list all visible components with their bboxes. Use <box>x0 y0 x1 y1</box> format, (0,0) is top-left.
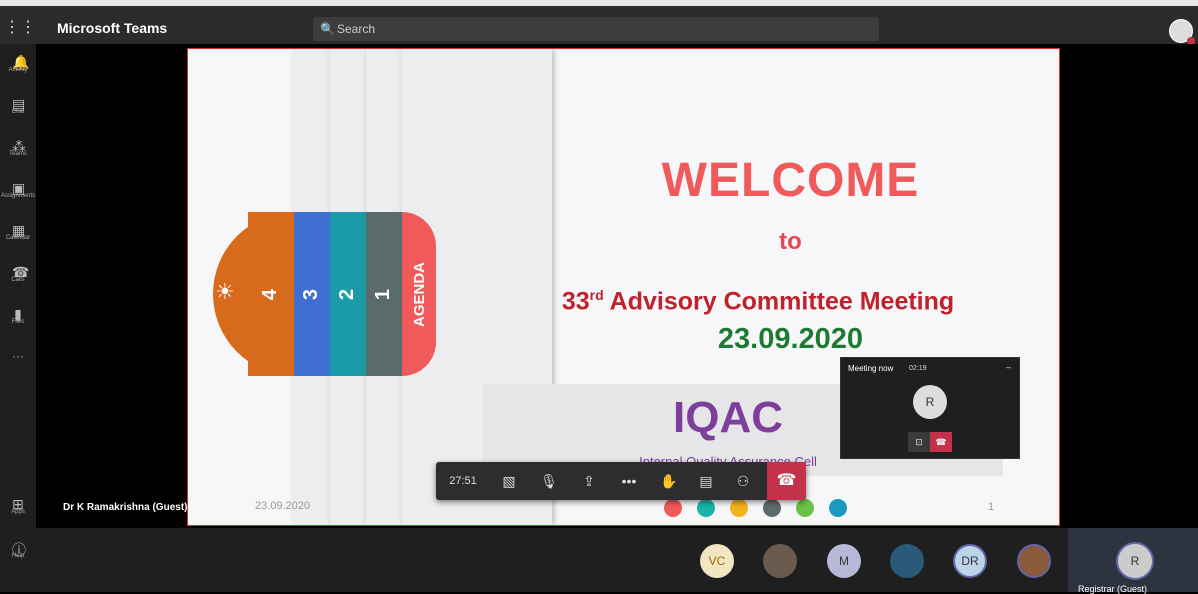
chat-icon[interactable]: ▤ <box>691 462 721 500</box>
rail-item-files[interactable]: ▮ Files <box>0 306 36 325</box>
tab-label: AGENDA <box>410 261 428 327</box>
rail-item-chat[interactable]: ▤ Chat <box>0 96 36 115</box>
slide-date: 23.09.2020 <box>717 323 864 355</box>
rail-label: Files <box>11 319 25 325</box>
tab-label: 1 <box>372 288 395 300</box>
app-launcher-icon[interactable]: ⋮⋮ <box>4 18 36 38</box>
teams-icon: ⁂ <box>12 138 26 154</box>
phone-hangup-icon: ☎ <box>776 472 797 489</box>
participant-avatar[interactable]: M <box>827 544 861 578</box>
assignments-icon: ▣ <box>12 180 26 196</box>
slide-dot <box>796 499 814 517</box>
pip-time: 02:19 <box>909 365 927 372</box>
slide-to: to <box>779 228 802 255</box>
participants-icon[interactable]: ⚇ <box>728 462 758 500</box>
search-input[interactable]: 🔍 Search <box>313 17 879 41</box>
app-title: Microsoft Teams <box>57 20 168 36</box>
bell-icon: 🔔 <box>12 54 30 70</box>
rail-label: Assignments <box>0 193 36 199</box>
rail-label: Teams <box>9 151 27 157</box>
meeting-text: Advisory Committee Meeting <box>603 287 955 316</box>
participant-photo[interactable] <box>1017 544 1051 578</box>
browser-strip <box>0 0 1198 6</box>
call-toolbar: 27:51 ▧ 🎙 ⇪ ••• ✋ ▤ ⚇ ☎ <box>436 462 806 500</box>
chat-icon: ▤ <box>12 96 26 112</box>
phone-icon: ☎ <box>12 264 30 280</box>
search-placeholder: Search <box>337 22 376 36</box>
rail-item-calendar[interactable]: ▦ Calendar <box>0 222 36 241</box>
rail-label: Help <box>11 553 25 559</box>
search-icon: 🔍 <box>320 22 335 36</box>
pip-expand-icon[interactable]: ⊡ <box>908 432 930 452</box>
meeting-suffix: rd <box>589 287 604 303</box>
agenda-tab-agenda: AGENDA <box>402 212 436 376</box>
rail-label: Chat <box>11 109 25 115</box>
rail-item-calls[interactable]: ☎ Calls <box>0 264 36 283</box>
tab-label: 3 <box>300 288 323 300</box>
rail-item-help[interactable]: ⓘ Help <box>0 540 36 559</box>
participant-avatar[interactable]: VC <box>700 544 734 578</box>
rail-label: Calls <box>11 277 25 283</box>
apps-icon: ⊞ <box>12 496 24 512</box>
rail-label: Calendar <box>5 235 31 241</box>
participant-photo[interactable] <box>763 544 797 578</box>
tab-label: 2 <box>336 288 359 300</box>
raise-hand-icon[interactable]: ✋ <box>654 462 684 500</box>
meeting-number: 33 <box>561 287 590 316</box>
agenda-tab-3: 3 <box>294 212 330 376</box>
title-bar: ⋮⋮ Microsoft Teams 🔍 Search <box>0 0 1198 45</box>
slide-footer-date: 23.09.2020 <box>255 500 311 512</box>
self-name: Registrar (Guest) <box>1078 584 1148 594</box>
self-avatar: R <box>1116 542 1154 580</box>
rail-item-teams[interactable]: ⁂ Teams <box>0 138 36 157</box>
help-icon: ⓘ <box>12 542 26 558</box>
more-actions-icon[interactable]: ••• <box>614 462 644 500</box>
pip-hangup-icon[interactable]: ☎ <box>930 432 952 452</box>
tab-label: 4 <box>259 288 282 300</box>
meeting-now-window[interactable]: Meeting now 02:19 – R ⊡ ☎ <box>840 357 1020 459</box>
calendar-icon: ▦ <box>12 222 26 238</box>
hang-up-button[interactable]: ☎ <box>767 462 806 500</box>
rail-item-activity[interactable]: 🔔 Activity <box>0 54 36 73</box>
participant-avatar[interactable]: DR <box>953 544 987 578</box>
more-apps-icon[interactable]: ··· <box>0 349 36 363</box>
slide-dot <box>763 499 781 517</box>
slide-dot <box>697 499 715 517</box>
profile-avatar[interactable] <box>1169 19 1195 45</box>
slide-dot <box>730 499 748 517</box>
agenda-tab-1: 1 <box>366 212 402 376</box>
mic-off-icon[interactable]: 🎙 <box>534 462 564 500</box>
rail-label: Activity <box>8 67 28 73</box>
slide-welcome: WELCOME <box>661 154 920 207</box>
share-screen-icon[interactable]: ⇪ <box>574 462 604 500</box>
agenda-tab-4: 4 <box>248 212 294 376</box>
pip-title: Meeting now <box>848 364 894 373</box>
file-icon: ▮ <box>14 306 22 322</box>
lightbulb-icon: ☀ <box>215 279 235 304</box>
slide-dot <box>829 499 847 517</box>
call-timer: 27:51 <box>449 475 477 487</box>
agenda-tab-2: 2 <box>330 212 366 376</box>
slide-meeting-title: 33rd Advisory Committee Meeting <box>528 287 988 316</box>
presenter-name: Dr K Ramakrishna (Guest) <box>63 502 188 513</box>
app-rail: 🔔 Activity ▤ Chat ⁂ Teams ▣ Assignments ▦ Cal… <box>0 44 36 592</box>
pip-avatar: R <box>913 385 947 419</box>
camera-off-icon[interactable]: ▧ <box>494 462 524 500</box>
rail-item-assignments[interactable]: ▣ Assignments <box>0 180 36 199</box>
rail-item-apps[interactable]: ⊞ Apps <box>0 496 36 515</box>
slide-page-number: 1 <box>988 501 995 513</box>
self-view[interactable]: R Registrar (Guest) <box>1068 528 1198 594</box>
rail-label: Apps <box>11 509 25 515</box>
participant-photo[interactable] <box>890 544 924 578</box>
slide-dot <box>664 499 682 517</box>
minimize-icon[interactable]: – <box>1006 362 1011 372</box>
